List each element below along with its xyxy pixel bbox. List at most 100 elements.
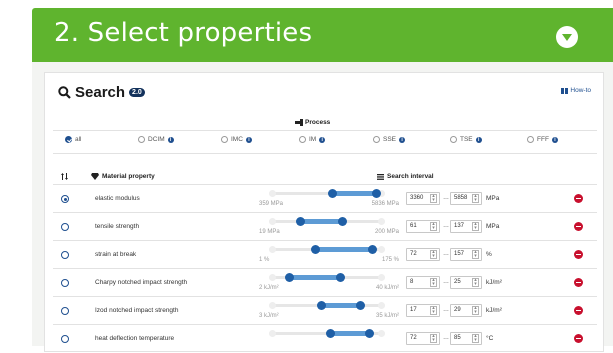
slider-high-handle[interactable] [365,329,375,338]
property-row: tensile strength 19 MPa 200 MPa 61 ▴ ▾ … 137 ▴ ▾ M… [53,212,597,240]
slider-low-handle[interactable] [325,329,335,338]
range-from-value: 3360 [410,195,424,201]
remove-row-icon[interactable] [574,194,583,203]
range-from-input[interactable]: 8 ▴ ▾ [406,276,440,289]
slider-min-marker [269,218,276,225]
spinner-icon[interactable]: ▴ ▾ [430,334,437,343]
process-option-fff[interactable]: FFF i [527,136,558,143]
range-slider[interactable]: 3 kJ/m² 35 kJ/m² [259,297,399,325]
spinner-icon[interactable]: ▴ ▾ [472,334,479,343]
spinner-icon[interactable]: ▴ ▾ [472,250,479,259]
range-to-input[interactable]: 29 ▴ ▾ [450,304,482,317]
range-from-input[interactable]: 3360 ▴ ▾ [406,192,440,205]
spinner-icon[interactable]: ▴ ▾ [430,250,437,259]
slider-low-handle[interactable] [285,273,295,282]
range-from-input[interactable]: 72 ▴ ▾ [406,332,440,345]
remove-row-icon[interactable] [574,250,583,259]
collapse-toggle-icon[interactable] [556,26,578,48]
range-slider[interactable] [269,325,385,353]
spinner-icon[interactable]: ▴ ▾ [472,278,479,287]
spinner-icon[interactable]: ▴ ▾ [430,306,437,315]
range-to-input[interactable]: 85 ▴ ▾ [450,332,482,345]
process-option-imc[interactable]: IMC i [221,136,252,143]
row-select-radio[interactable] [61,195,69,203]
slider-low-handle[interactable] [295,217,305,226]
slider-high-handle[interactable] [336,273,346,282]
remove-row-icon[interactable] [574,306,583,315]
range-from-input[interactable]: 72 ▴ ▾ [406,248,440,261]
diamond-icon [91,173,99,180]
unit-label: kJ/m² [486,279,502,286]
row-select-radio[interactable] [61,279,69,287]
checkbox-icon[interactable] [138,136,145,143]
checkbox-icon[interactable] [65,136,72,143]
divider [53,153,597,154]
spinner-icon[interactable]: ▴ ▾ [430,222,437,231]
process-option-sse[interactable]: SSE i [373,136,406,143]
range-to-input[interactable]: 137 ▴ ▾ [450,220,482,233]
row-select-radio[interactable] [61,335,69,343]
info-icon[interactable]: i [551,136,558,143]
range-to-value: 85 [454,335,461,341]
range-from-value: 8 [410,279,414,285]
section-title: 2. Select properties [54,18,313,48]
remove-row-icon[interactable] [574,278,583,287]
range-from-input[interactable]: 17 ▴ ▾ [406,304,440,317]
range-to-value: 157 [454,251,465,257]
property-row: heat deflection temperature 72 ▴ ▾ … 85 ▴ ▾ °C [53,324,597,352]
slider-low-handle[interactable] [316,301,326,310]
slider-max-label: 200 MPa [374,229,399,235]
range-separator: … [443,223,449,229]
spinner-icon[interactable]: ▴ ▾ [472,194,479,203]
info-icon[interactable]: i [245,136,252,143]
info-icon[interactable]: i [399,136,406,143]
checkbox-icon[interactable] [450,136,457,143]
spinner-icon[interactable]: ▴ ▾ [430,194,437,203]
slider-high-handle[interactable] [356,301,366,310]
slider-max-label: 35 kJ/m² [375,313,399,319]
slider-high-handle[interactable] [337,217,347,226]
checkbox-icon[interactable] [299,136,306,143]
process-option-all[interactable]: all [65,136,82,143]
process-option-dcim[interactable]: DCIM i [138,136,174,143]
info-icon[interactable]: i [319,136,326,143]
row-select-radio[interactable] [61,223,69,231]
remove-row-icon[interactable] [574,334,583,343]
range-slider[interactable]: 19 MPa 200 MPa [259,213,399,241]
range-to-input[interactable]: 5858 ▴ ▾ [450,192,482,205]
howto-label[interactable]: How-to [570,87,591,94]
slider-min-marker [269,302,276,309]
slider-low-handle[interactable] [328,189,338,198]
row-select-radio[interactable] [61,251,69,259]
checkbox-icon[interactable] [373,136,380,143]
slider-high-handle[interactable] [367,245,377,254]
sort-icon[interactable] [61,173,68,180]
process-option-tse[interactable]: TSE i [450,136,482,143]
checkbox-icon[interactable] [527,136,534,143]
property-name: Izod notched impact strength [95,307,179,314]
checkbox-icon[interactable] [221,136,228,143]
remove-row-icon[interactable] [574,222,583,231]
spinner-icon[interactable]: ▴ ▾ [472,306,479,315]
slider-max-marker [378,330,385,337]
howto-link[interactable]: How-to [561,87,591,94]
row-select-radio[interactable] [61,307,69,315]
info-icon[interactable]: i [167,136,174,143]
search-heading: Search 2.0 [58,84,145,101]
section-header-bar[interactable]: 2. Select properties [32,8,613,62]
range-to-input[interactable]: 157 ▴ ▾ [450,248,482,261]
range-slider[interactable]: 359 MPa 5836 MPa [259,185,399,213]
range-slider[interactable]: 2 kJ/m² 40 kJ/m² [259,269,399,297]
range-slider[interactable]: 1 % 175 % [259,241,399,269]
slider-low-handle[interactable] [310,245,320,254]
process-option-im[interactable]: IM i [299,136,326,143]
list-icon [377,173,384,180]
range-from-input[interactable]: 61 ▴ ▾ [406,220,440,233]
slider-max-marker [378,274,385,281]
spinner-icon[interactable]: ▴ ▾ [430,278,437,287]
spinner-icon[interactable]: ▴ ▾ [472,222,479,231]
range-to-input[interactable]: 25 ▴ ▾ [450,276,482,289]
info-icon[interactable]: i [475,136,482,143]
sort-arrows-icon [61,173,68,180]
search-title: Search [75,84,126,101]
